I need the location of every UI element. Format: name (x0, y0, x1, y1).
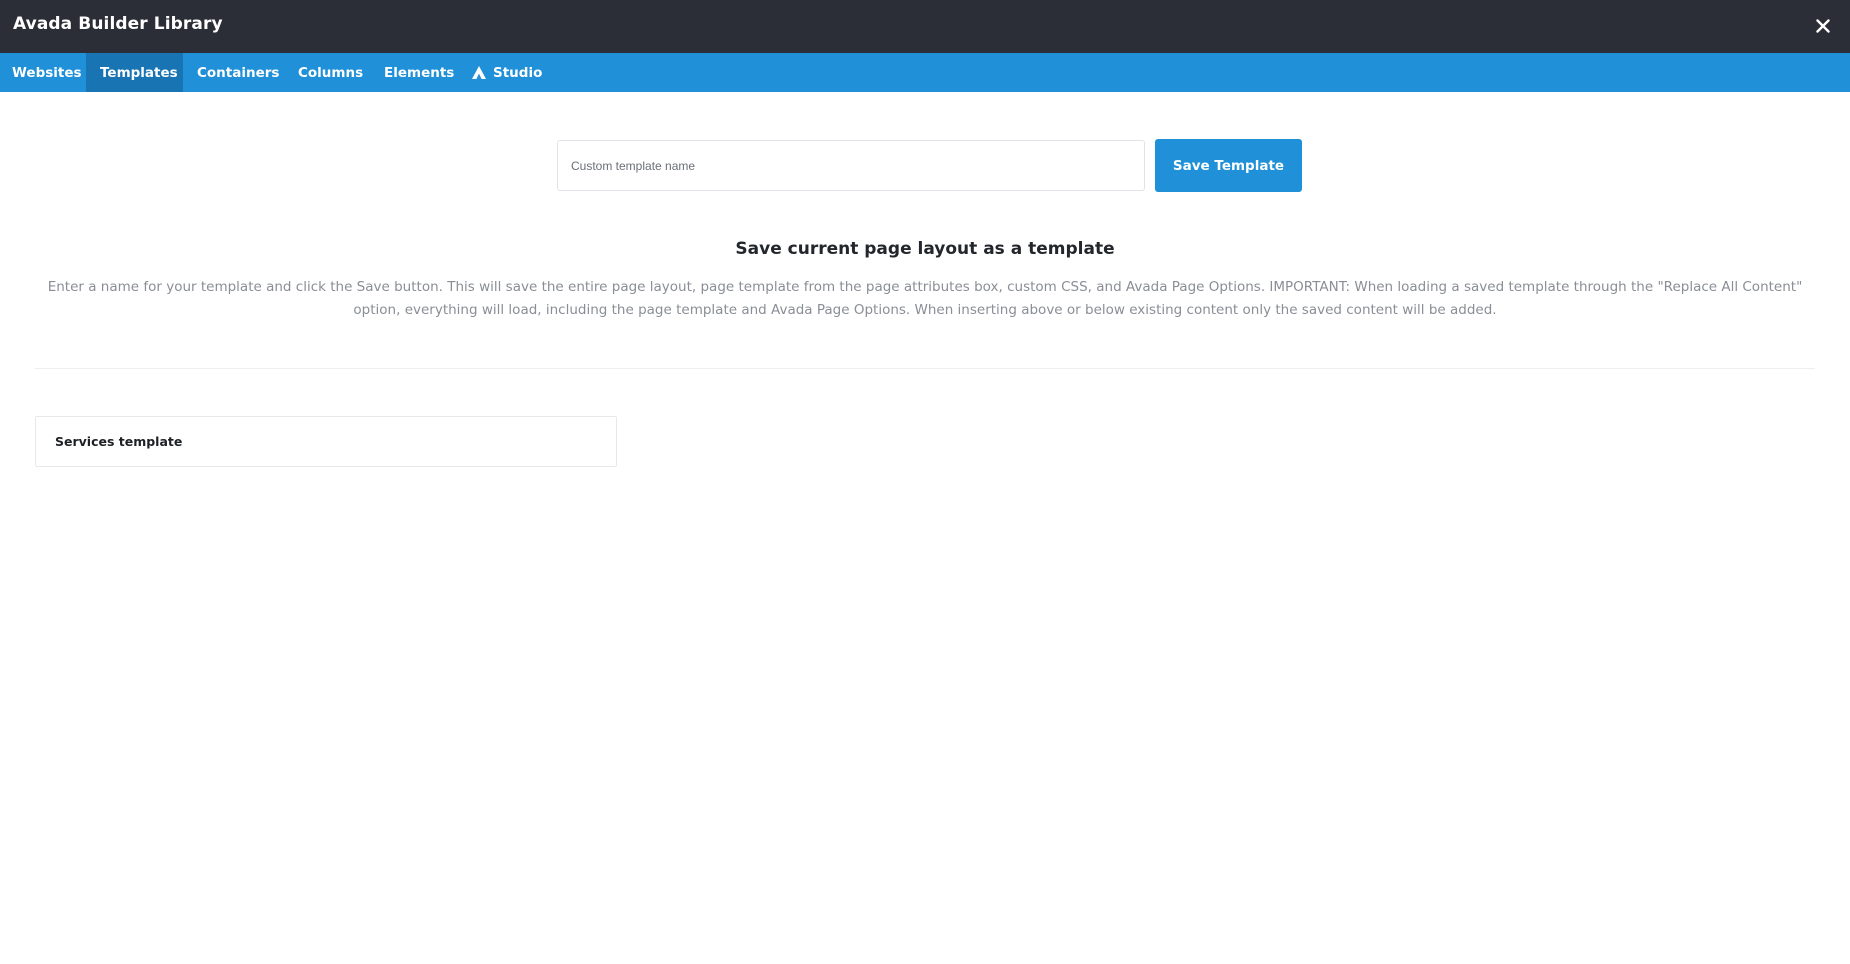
title-bar: Avada Builder Library (0, 0, 1850, 53)
close-icon (1816, 19, 1830, 33)
tab-label: Websites (12, 64, 82, 81)
tab-label: Columns (298, 64, 364, 81)
tab-templates[interactable]: Templates (86, 53, 183, 92)
tab-websites[interactable]: Websites (0, 53, 94, 92)
tab-label: Containers (197, 64, 280, 81)
avada-studio-icon (472, 66, 486, 79)
divider (35, 368, 1815, 369)
window-title: Avada Builder Library (13, 14, 223, 34)
library-tabs: Websites Templates Containers Columns El… (0, 53, 1850, 92)
section-description: Enter a name for your template and click… (47, 279, 1803, 318)
template-card[interactable]: Services template (35, 416, 617, 467)
tab-elements[interactable]: Elements (372, 53, 466, 92)
save-template-button[interactable]: Save Template (1155, 139, 1302, 192)
close-button[interactable] (1810, 13, 1836, 39)
template-name: Services template (55, 434, 183, 449)
tab-label: Studio (493, 64, 543, 81)
section-heading: Save current page layout as a template (735, 239, 1115, 259)
tab-label: Templates (100, 64, 178, 81)
tab-containers[interactable]: Containers (185, 53, 291, 92)
template-name-input[interactable] (557, 140, 1145, 191)
tab-label: Elements (384, 64, 455, 81)
tab-columns[interactable]: Columns (286, 53, 375, 92)
tab-studio[interactable]: Studio (460, 53, 554, 92)
